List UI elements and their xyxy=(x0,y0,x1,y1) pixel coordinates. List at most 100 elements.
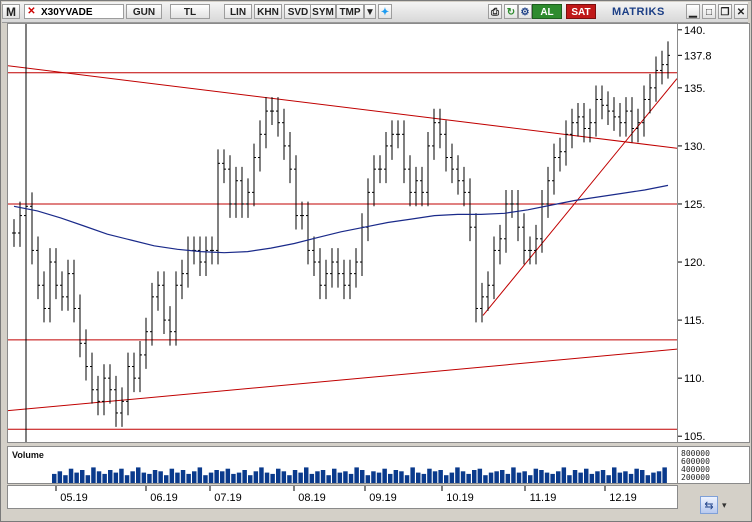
volume-bar xyxy=(432,471,438,483)
volume-bar xyxy=(164,475,169,483)
volume-bar xyxy=(416,472,421,483)
y-tick-label: 135. xyxy=(684,83,705,95)
volume-bar xyxy=(63,475,68,483)
close-window-icon[interactable]: ✕ xyxy=(734,4,748,19)
volume-plot-svg xyxy=(52,467,667,483)
dropdown-arrow-icon[interactable]: ▼ xyxy=(364,4,376,19)
settings-icon[interactable]: ⚙ xyxy=(518,4,532,19)
x-tick-label: 10.19 xyxy=(446,492,474,504)
volume-bar xyxy=(561,467,567,483)
volume-bar xyxy=(180,470,186,483)
volume-bar xyxy=(488,472,494,483)
volume-bar xyxy=(628,473,634,483)
tmp-button[interactable]: TMP xyxy=(336,4,364,19)
volume-bar xyxy=(444,475,449,483)
tl-button[interactable]: TL xyxy=(170,4,210,19)
volume-bar xyxy=(343,471,348,483)
volume-bar xyxy=(466,473,471,483)
logo-button[interactable]: M xyxy=(2,4,20,19)
close-x-icon[interactable]: ✕ xyxy=(26,6,37,17)
volume-bar xyxy=(147,473,152,483)
volume-panel[interactable]: Volume xyxy=(7,446,678,484)
volume-bar xyxy=(348,473,354,483)
volume-bar xyxy=(511,467,516,483)
volume-bar xyxy=(175,472,180,483)
volume-bar xyxy=(500,470,505,483)
volume-bar xyxy=(259,467,264,483)
x-tick-label: 06.19 xyxy=(150,492,178,504)
symbol-text: X30YVADE xyxy=(41,7,93,18)
print-icon[interactable]: ⎙ xyxy=(488,4,502,19)
volume-bar xyxy=(141,472,147,483)
sym-button[interactable]: SYM xyxy=(310,4,336,19)
volume-bar xyxy=(309,473,315,483)
maximize-icon[interactable]: □ xyxy=(702,4,716,19)
volume-bar xyxy=(438,470,443,483)
symbol-input[interactable]: X30YVADE xyxy=(24,4,124,19)
volume-bar xyxy=(214,470,219,483)
volume-bar xyxy=(399,471,404,483)
sync-dropdown-icon[interactable]: ▾ xyxy=(722,496,734,514)
khn-button[interactable]: KHN xyxy=(254,4,282,19)
volume-bar xyxy=(203,475,208,483)
date-axis[interactable]: 05.19 06.19 07.19 08.19 09.19 10.19 11.19 12.19 xyxy=(7,485,678,509)
volume-bar xyxy=(91,467,96,483)
twitter-icon[interactable]: ✦ xyxy=(378,4,392,19)
volume-bar xyxy=(253,471,259,483)
volume-bar xyxy=(186,473,191,483)
brand-logo: MATRIKS xyxy=(612,6,665,18)
x-tick-label: 07.19 xyxy=(214,492,242,504)
volume-bar xyxy=(651,472,656,483)
volume-bar xyxy=(516,472,522,483)
volume-bar xyxy=(248,475,253,483)
y-tick-label: 140. xyxy=(684,25,705,37)
volume-bar xyxy=(68,468,74,483)
volume-bar xyxy=(281,471,287,483)
minimize-icon[interactable]: ▁ xyxy=(686,4,700,19)
volume-bar xyxy=(539,470,544,483)
volume-bar xyxy=(225,468,231,483)
refresh-icon[interactable]: ↻ xyxy=(504,4,518,19)
moving-average-line xyxy=(13,184,669,254)
lin-button[interactable]: LIN xyxy=(224,4,252,19)
price-chart[interactable] xyxy=(7,23,678,443)
volume-bar xyxy=(130,471,135,483)
volume-bar xyxy=(567,475,572,483)
volume-bar xyxy=(315,471,320,483)
gun-button[interactable]: GUN xyxy=(126,4,162,19)
date-axis-svg: 05.19 06.19 07.19 08.19 09.19 10.19 11.19 12.19 xyxy=(55,486,637,504)
volume-bar xyxy=(365,475,371,483)
volume-bar xyxy=(584,468,589,483)
volume-bar xyxy=(276,468,281,483)
volume-bar xyxy=(455,467,460,483)
volume-bar xyxy=(606,475,611,483)
volume-bar xyxy=(270,473,275,483)
x-tick-label: 12.19 xyxy=(609,492,637,504)
volume-bar xyxy=(612,467,617,483)
volume-bar xyxy=(354,467,359,483)
y-tick-label: 115. xyxy=(684,315,705,327)
volume-bar xyxy=(388,473,393,483)
volume-bar xyxy=(124,475,130,483)
volume-bar xyxy=(572,470,578,483)
svd-button[interactable]: SVD xyxy=(284,4,312,19)
volume-bar xyxy=(427,468,432,483)
volume-bar xyxy=(113,472,119,483)
buy-button[interactable]: AL xyxy=(532,4,562,19)
volume-bar xyxy=(158,471,163,483)
volume-bar xyxy=(119,468,124,483)
restore-icon[interactable]: ❐ xyxy=(718,4,732,19)
volume-bar xyxy=(236,472,242,483)
price-axis[interactable]: 105. 110. 115. 120. 125. 130. 135. 137.8 140. xyxy=(677,23,750,443)
x-tick-label: 09.19 xyxy=(369,492,397,504)
volume-bar xyxy=(136,467,141,483)
volume-bar xyxy=(85,475,91,483)
sell-button[interactable]: SAT xyxy=(566,4,596,19)
volume-bar xyxy=(393,470,399,483)
volume-bar xyxy=(298,472,303,483)
volume-bar xyxy=(494,471,499,483)
y-tick-label: 137.8 xyxy=(684,50,712,62)
volume-bar xyxy=(80,470,85,483)
volume-bar xyxy=(52,473,57,483)
sync-icon[interactable]: ⇆ xyxy=(700,496,718,514)
